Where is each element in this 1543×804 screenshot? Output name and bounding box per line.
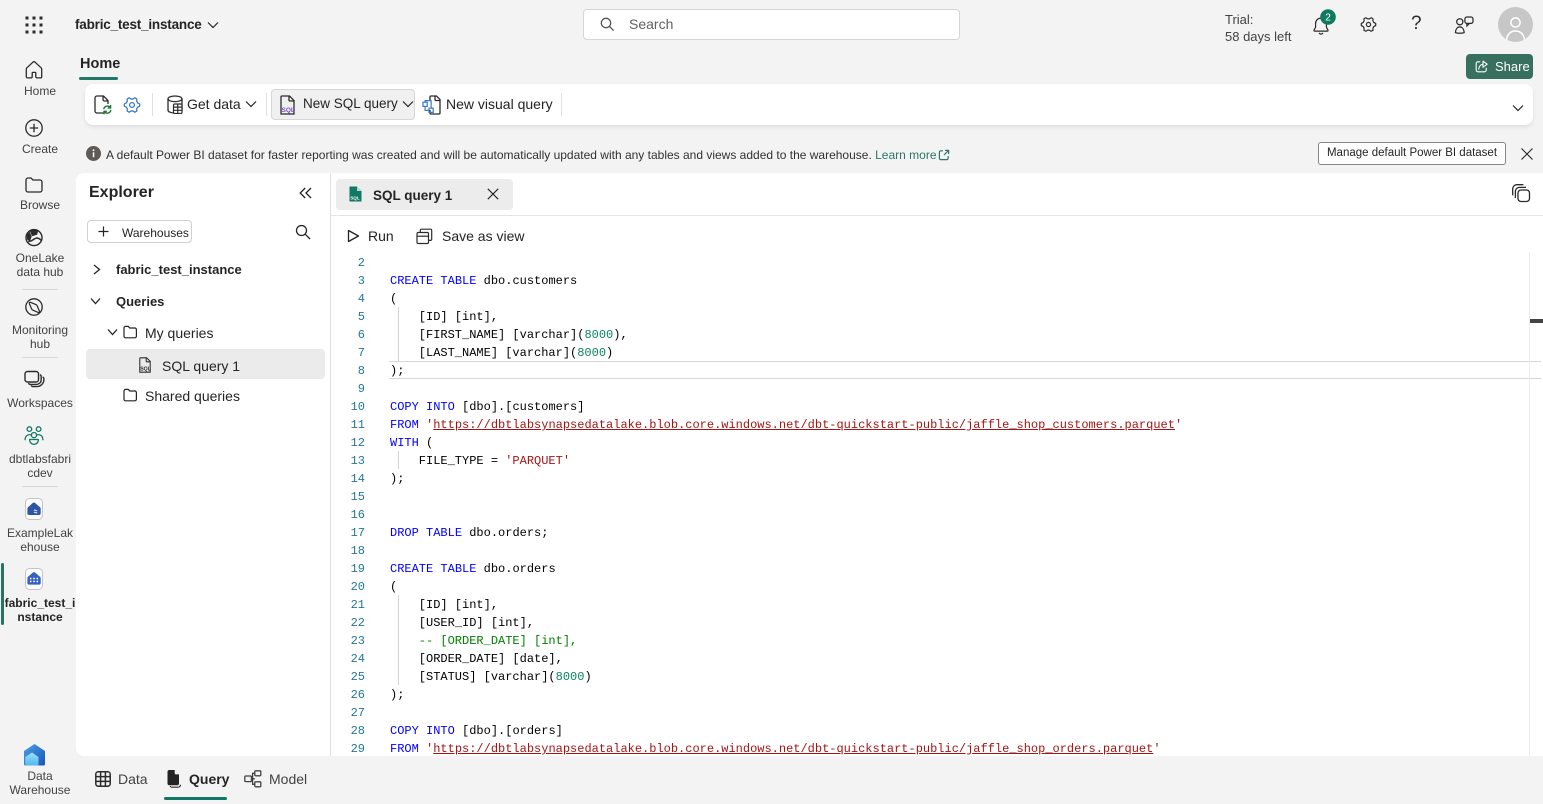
svg-text:SQL: SQL [140, 367, 151, 373]
svg-text:SQL: SQL [350, 195, 360, 200]
svg-text:SQL: SQL [282, 107, 295, 114]
svg-text:2: 2 [1325, 12, 1331, 23]
